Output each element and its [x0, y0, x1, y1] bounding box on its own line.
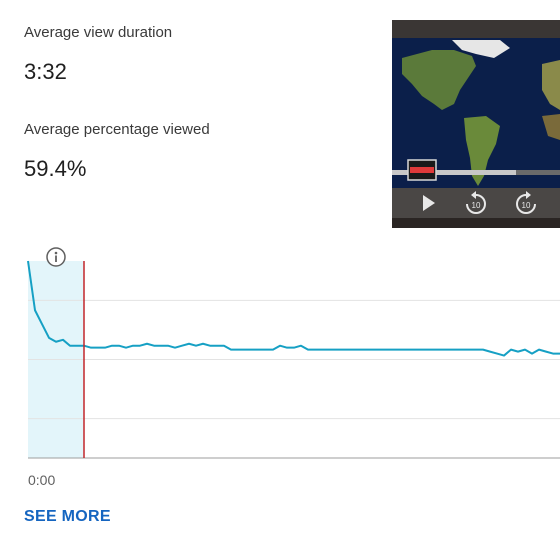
- data-point: [160, 345, 162, 347]
- play-icon[interactable]: [420, 193, 438, 213]
- data-point: [524, 349, 526, 351]
- data-point: [321, 349, 323, 351]
- data-point: [181, 345, 183, 347]
- data-point: [48, 337, 50, 339]
- data-point: [34, 309, 36, 311]
- data-point: [76, 345, 78, 347]
- data-point: [251, 349, 253, 351]
- data-point: [286, 347, 288, 349]
- data-point: [167, 345, 169, 347]
- data-point: [307, 349, 309, 351]
- data-point: [363, 349, 365, 351]
- forward-10-icon[interactable]: 10: [514, 190, 538, 216]
- data-point: [244, 349, 246, 351]
- data-point: [41, 323, 43, 325]
- data-point: [153, 345, 155, 347]
- data-point: [545, 351, 547, 353]
- data-point: [328, 349, 330, 351]
- forward-10-text: 10: [522, 201, 531, 210]
- data-point: [132, 345, 134, 347]
- avg-percentage-viewed-value: 59.4%: [24, 156, 87, 181]
- data-point: [454, 349, 456, 351]
- data-point: [216, 345, 218, 347]
- data-point: [426, 349, 428, 351]
- data-point: [510, 349, 512, 351]
- data-point: [356, 349, 358, 351]
- retention-chart[interactable]: [0, 240, 560, 465]
- data-point: [419, 349, 421, 351]
- data-point: [461, 349, 463, 351]
- data-point: [293, 347, 295, 349]
- data-point: [496, 353, 498, 355]
- data-point: [412, 349, 414, 351]
- retention-series-line: [27, 260, 560, 357]
- data-point: [104, 347, 106, 349]
- data-point: [552, 353, 554, 355]
- data-point: [482, 349, 484, 351]
- data-point: [342, 349, 344, 351]
- data-point: [405, 349, 407, 351]
- data-point: [300, 345, 302, 347]
- data-point: [125, 347, 127, 349]
- data-point: [538, 349, 540, 351]
- avg-percentage-viewed-label: Average percentage viewed: [24, 121, 210, 138]
- info-icon[interactable]: [46, 247, 66, 267]
- data-point: [97, 347, 99, 349]
- avg-view-duration-value: 3:32: [24, 59, 67, 84]
- data-point: [258, 349, 260, 351]
- data-point: [146, 343, 148, 345]
- data-point: [223, 345, 225, 347]
- data-point: [468, 349, 470, 351]
- video-player[interactable]: 10 10: [392, 20, 560, 228]
- data-point: [335, 349, 337, 351]
- data-point: [377, 349, 379, 351]
- gridlines: [28, 299, 560, 420]
- data-point: [314, 349, 316, 351]
- data-point: [433, 349, 435, 351]
- data-point: [174, 347, 176, 349]
- data-point: [209, 345, 211, 347]
- data-point: [230, 349, 232, 351]
- data-point: [279, 345, 281, 347]
- data-point: [272, 349, 274, 351]
- data-point: [398, 349, 400, 351]
- data-point: [55, 341, 57, 343]
- data-point: [139, 345, 141, 347]
- data-point: [202, 343, 204, 345]
- data-point: [531, 353, 533, 355]
- data-point: [62, 339, 64, 341]
- rewind-10-text: 10: [472, 201, 481, 210]
- data-point: [349, 349, 351, 351]
- avg-view-duration-label: Average view duration: [24, 24, 173, 41]
- data-point: [517, 351, 519, 353]
- data-point: [489, 351, 491, 353]
- see-more-button[interactable]: SEE MORE: [24, 508, 111, 526]
- data-point: [475, 349, 477, 351]
- data-point: [27, 260, 29, 262]
- data-point: [384, 349, 386, 351]
- data-point: [195, 345, 197, 347]
- data-point: [90, 347, 92, 349]
- data-point: [69, 345, 71, 347]
- data-point: [370, 349, 372, 351]
- x-tick-label: 0:00: [28, 472, 56, 488]
- data-point: [118, 345, 120, 347]
- data-point: [503, 355, 505, 357]
- data-point: [265, 349, 267, 351]
- data-point: [188, 343, 190, 345]
- data-point: [237, 349, 239, 351]
- data-point: [447, 349, 449, 351]
- data-point: [391, 349, 393, 351]
- rewind-10-icon[interactable]: 10: [464, 190, 488, 216]
- data-point: [111, 345, 113, 347]
- data-points: [27, 260, 560, 357]
- data-point: [440, 349, 442, 351]
